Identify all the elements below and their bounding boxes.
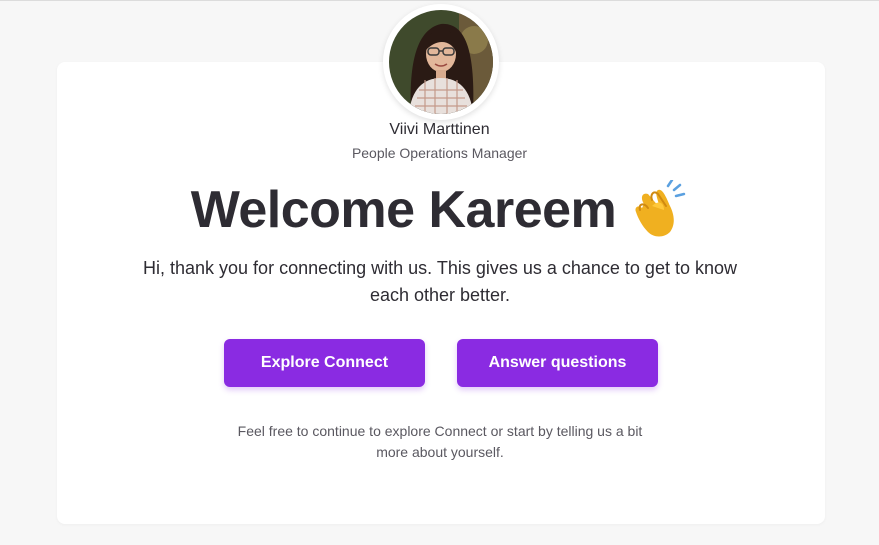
explore-connect-button[interactable]: Explore Connect [224,339,425,387]
answer-questions-button[interactable]: Answer questions [457,339,658,387]
welcome-heading: Welcome Kareem [0,178,879,240]
avatar-photo [389,10,493,114]
person-name: Viivi Marttinen [389,121,490,138]
person-role: People Operations Manager [351,145,528,161]
avatar [383,4,499,120]
footnote-text: Feel free to continue to explore Connect… [237,423,643,460]
clapping-hands-icon [630,178,688,240]
top-border [0,0,879,1]
welcome-title: Welcome Kareem [190,181,617,239]
intro-text: Hi, thank you for connecting with us. Th… [143,258,737,305]
